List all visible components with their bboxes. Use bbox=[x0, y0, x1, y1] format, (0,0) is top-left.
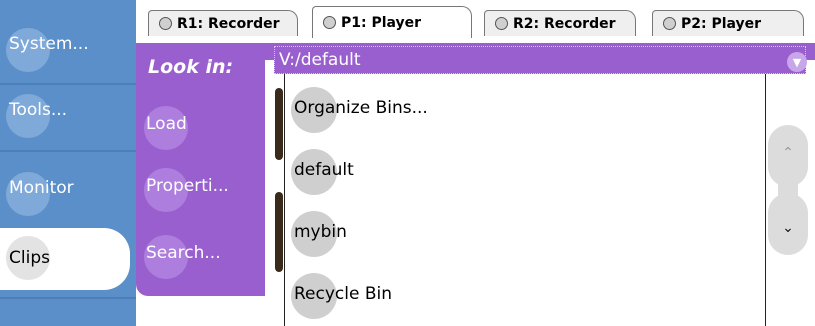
tab-r2-recorder[interactable]: R2: Recorder bbox=[484, 10, 636, 36]
list-item-label: Recycle Bin bbox=[294, 284, 393, 304]
sidebar-item-label: Monitor bbox=[9, 178, 74, 198]
sidebar-item-label: Clips bbox=[9, 248, 50, 268]
sidebar-item-monitor[interactable]: Monitor bbox=[0, 168, 136, 220]
path-value: V:/default bbox=[279, 50, 361, 70]
list-item-label: default bbox=[294, 160, 354, 180]
properties-button[interactable]: Properti... bbox=[140, 166, 265, 218]
radio-icon bbox=[323, 16, 336, 29]
sidebar-item-tools[interactable]: Tools... bbox=[0, 90, 136, 142]
list-item-default[interactable]: default bbox=[285, 146, 765, 198]
chevron-up-icon[interactable]: ⌃ bbox=[768, 125, 808, 187]
list-item-recycle-bin[interactable]: Recycle Bin bbox=[285, 270, 765, 322]
tab-bar: R1: Recorder P1: Player R2: Recorder P2:… bbox=[136, 0, 815, 44]
sidebar-item-label: System... bbox=[9, 34, 89, 54]
sidebar-item-label: Tools... bbox=[9, 100, 68, 120]
tab-p1-player[interactable]: P1: Player bbox=[312, 6, 472, 38]
radio-icon bbox=[663, 17, 676, 30]
properties-button-label: Properti... bbox=[146, 176, 229, 196]
list-item-organize-bins[interactable]: Organize Bins... bbox=[285, 84, 765, 136]
sidebar-item-clips[interactable]: Clips bbox=[0, 228, 130, 290]
sidebar: System... Tools... Monitor Clips bbox=[0, 0, 136, 326]
tab-r1-recorder[interactable]: R1: Recorder bbox=[148, 10, 298, 36]
clip-thumbnail bbox=[275, 192, 283, 272]
scroll-control: ⌃ ⌄ bbox=[768, 125, 808, 255]
sidebar-item-system[interactable]: System... bbox=[0, 24, 136, 76]
search-button-label: Search... bbox=[146, 243, 221, 263]
search-button[interactable]: Search... bbox=[140, 233, 265, 285]
list-item-mybin[interactable]: mybin bbox=[285, 208, 765, 260]
chevron-down-icon[interactable]: ⌄ bbox=[768, 193, 808, 255]
tab-p2-player[interactable]: P2: Player bbox=[652, 10, 804, 36]
sidebar-divider bbox=[0, 297, 136, 299]
bin-dropdown-list: Organize Bins... default mybin Recycle B… bbox=[284, 74, 766, 326]
load-button[interactable]: Load bbox=[140, 104, 265, 156]
tab-label: P1: Player bbox=[341, 14, 422, 31]
tab-label: R1: Recorder bbox=[177, 15, 280, 32]
radio-icon bbox=[495, 17, 508, 30]
load-button-label: Load bbox=[146, 114, 187, 134]
sidebar-divider bbox=[0, 83, 136, 85]
list-item-label: Organize Bins... bbox=[294, 98, 428, 118]
tab-label: R2: Recorder bbox=[513, 15, 616, 32]
look-in-combobox[interactable]: V:/default bbox=[274, 46, 806, 74]
tab-label: P2: Player bbox=[681, 15, 762, 32]
sidebar-divider bbox=[0, 150, 136, 152]
chevron-down-icon[interactable]: ▼ bbox=[787, 52, 807, 72]
look-in-label: Look in: bbox=[148, 56, 234, 78]
radio-icon bbox=[159, 17, 172, 30]
list-item-label: mybin bbox=[294, 222, 347, 242]
clip-thumbnail bbox=[275, 88, 283, 160]
